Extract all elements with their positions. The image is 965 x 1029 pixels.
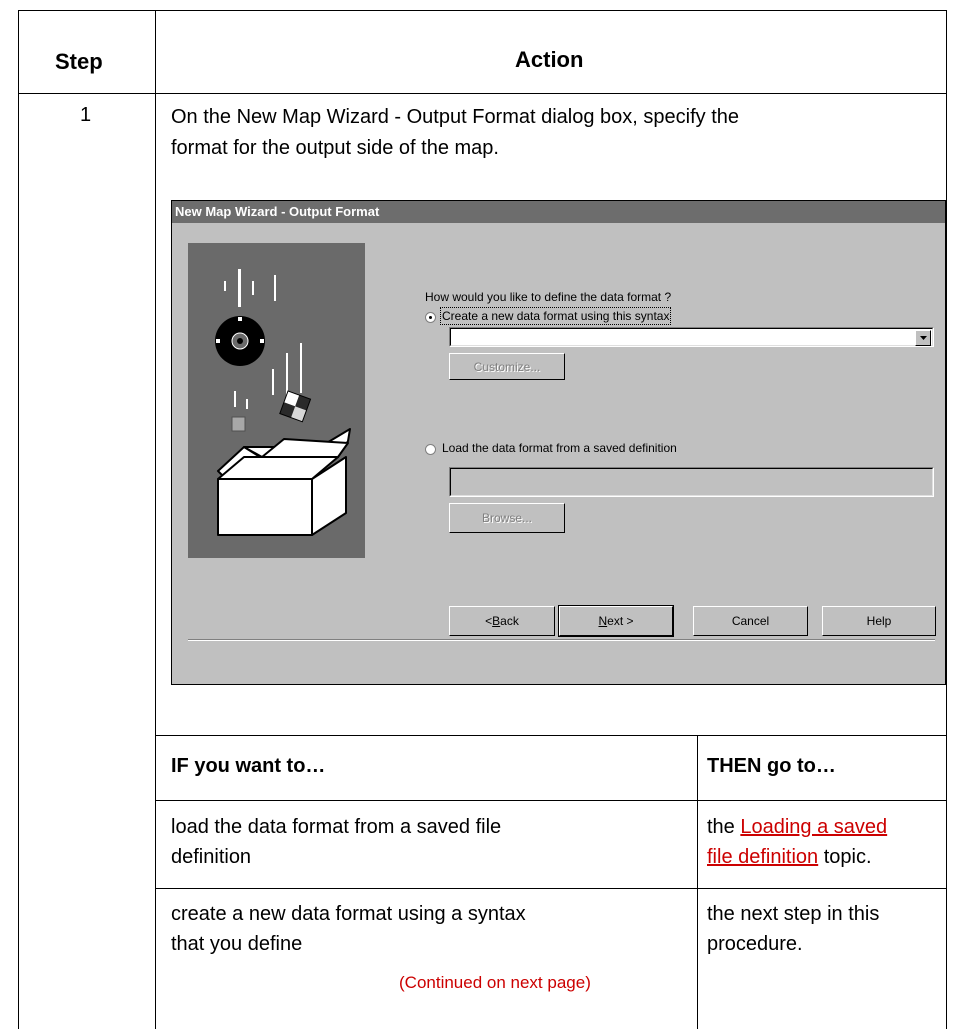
header-action: Action bbox=[515, 47, 584, 72]
back-prefix: < bbox=[485, 614, 493, 628]
row1-then-prefix: the bbox=[707, 816, 741, 838]
header-bottom-border bbox=[18, 93, 947, 94]
next-mnemonic: N bbox=[598, 614, 608, 628]
column-divider bbox=[155, 10, 156, 1029]
format-question: How would you like to define the data fo… bbox=[425, 290, 672, 304]
header-then: THEN go to… bbox=[707, 755, 836, 777]
browse-button[interactable]: Browse... bbox=[449, 503, 565, 533]
next-button[interactable]: Next > bbox=[558, 605, 674, 637]
dialog-separator bbox=[188, 639, 935, 641]
chevron-down-icon[interactable] bbox=[915, 330, 931, 346]
table-top-border bbox=[18, 10, 947, 11]
continued-note: (Continued on next page) bbox=[399, 973, 591, 992]
loading-saved-definition-link-cont[interactable]: file definition bbox=[707, 846, 818, 868]
wizard-illustration bbox=[188, 243, 365, 558]
back-mnemonic: B bbox=[492, 614, 501, 628]
customize-button[interactable]: Customize... bbox=[449, 353, 565, 380]
row1-then-line1: the Loading a saved bbox=[707, 813, 887, 841]
row1-if-line2: definition bbox=[171, 846, 252, 868]
load-format-radio[interactable] bbox=[425, 444, 436, 455]
loading-saved-definition-link[interactable]: Loading a saved bbox=[740, 816, 887, 838]
decision-row-divider bbox=[155, 888, 947, 889]
back-button[interactable]: < Back bbox=[449, 606, 555, 636]
wizard-dialog: New Map Wizard - Output Format How would… bbox=[171, 200, 946, 685]
create-format-radio[interactable] bbox=[425, 312, 436, 323]
syntax-select[interactable] bbox=[449, 327, 934, 347]
row2-if-line2: that you define bbox=[171, 933, 303, 955]
dialog-title: New Map Wizard - Output Format bbox=[172, 201, 945, 223]
saved-definition-field[interactable] bbox=[449, 467, 934, 497]
row2-then-line1: the next step in this bbox=[707, 903, 880, 925]
row1-then-suffix: topic. bbox=[818, 846, 872, 868]
cancel-button[interactable]: Cancel bbox=[693, 606, 808, 636]
decision-top-border bbox=[155, 735, 947, 736]
decision-header-bottom bbox=[155, 800, 947, 801]
instruction-line-1: On the New Map Wizard - Output Format di… bbox=[171, 106, 740, 128]
next-rest: ext > bbox=[607, 614, 634, 628]
instruction-line-2: format for the output side of the map. bbox=[171, 137, 499, 159]
row1-then-line2: file definition topic. bbox=[707, 843, 872, 871]
wizard-box-illustration-icon bbox=[215, 269, 351, 536]
step-number: 1 bbox=[80, 104, 92, 126]
row2-then-line2: procedure. bbox=[707, 933, 803, 955]
back-rest: ack bbox=[500, 614, 519, 628]
row2-if-line1: create a new data format using a syntax bbox=[171, 903, 526, 925]
create-format-label[interactable]: Create a new data format using this synt… bbox=[439, 307, 672, 325]
load-format-label[interactable]: Load the data format from a saved defini… bbox=[442, 441, 677, 455]
table-right-border bbox=[946, 10, 947, 1029]
help-button[interactable]: Help bbox=[822, 606, 936, 636]
decision-column-divider bbox=[697, 735, 698, 1029]
table-left-border bbox=[18, 10, 19, 1029]
row1-if-line1: load the data format from a saved file bbox=[171, 816, 502, 838]
header-if: IF you want to… bbox=[171, 755, 326, 777]
header-step: Step bbox=[55, 49, 103, 74]
